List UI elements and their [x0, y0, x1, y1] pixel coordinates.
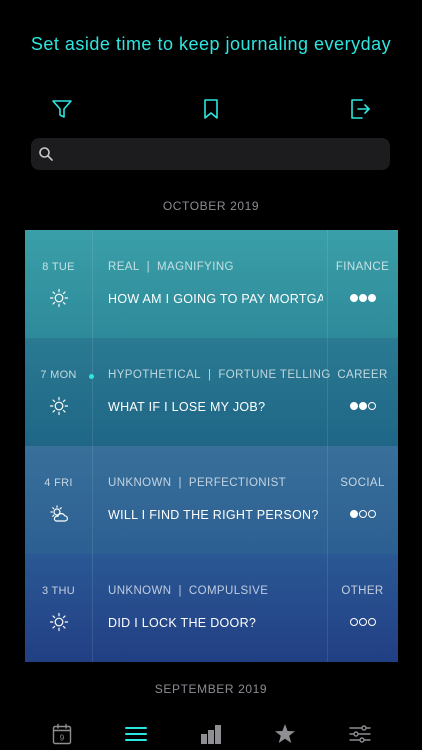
entry-date: 3 THU	[41, 585, 76, 597]
search-bar[interactable]	[31, 138, 390, 170]
entry-distortion-tag: FORTUNE TELLING	[218, 369, 331, 381]
divider	[92, 446, 93, 554]
month-header-october: OCTOBER 2019	[162, 199, 260, 213]
entry-category: SOCIAL	[340, 477, 385, 489]
divider	[327, 230, 328, 338]
entry-category: OTHER	[341, 585, 384, 597]
month-header-september: SEPTEMBER 2019	[154, 682, 268, 696]
intensity-dot	[367, 402, 376, 410]
entry-date: 7 MON	[40, 369, 77, 381]
entry-tags: REAL | MAGNIFYING	[108, 261, 234, 273]
entry-tags: UNKNOWN | COMPULSIVE	[108, 585, 268, 597]
tag-separator: |	[178, 477, 182, 489]
intensity-dot	[358, 294, 367, 302]
intensity-dot	[367, 618, 376, 626]
entry-date: 8 TUE	[42, 261, 75, 273]
intensity-dots	[327, 402, 398, 410]
calendar-day-number: 9	[60, 734, 65, 743]
sliders-icon	[349, 725, 371, 743]
tab-stats[interactable]	[197, 720, 225, 748]
intensity-dot	[358, 402, 367, 410]
entry-row[interactable]: 7 MON HYPOTHETICAL | FORTUNE TELLING WHAT …	[25, 338, 398, 446]
intensity-dots	[327, 510, 398, 518]
divider	[327, 554, 328, 662]
filter-button[interactable]	[49, 96, 75, 122]
intensity-dots	[327, 618, 398, 626]
reminder-banner: Set aside time to keep journaling everyd…	[30, 34, 392, 54]
unread-indicator	[89, 374, 94, 379]
search-input[interactable]	[61, 138, 381, 170]
entry-question: WILL I FIND THE RIGHT PERSON?	[108, 508, 319, 522]
entry-distortion-tag: MAGNIFYING	[157, 261, 234, 273]
tab-favorites[interactable]	[271, 720, 299, 748]
entry-row[interactable]: 8 TUE REAL | MAGNIFYING HOW AM I GOING TO …	[25, 230, 398, 338]
partly-cloudy-icon	[49, 504, 69, 524]
divider	[92, 338, 93, 446]
entry-distortion-tag: PERFECTIONIST	[188, 477, 287, 489]
sun-icon	[49, 612, 69, 632]
intensity-dot	[349, 294, 358, 302]
entry-list: 8 TUE REAL | MAGNIFYING HOW AM I GOING TO …	[25, 230, 398, 662]
calendar-icon: 9	[52, 723, 72, 745]
entry-question: HOW AM I GOING TO PAY MORTGA...	[108, 292, 323, 306]
intensity-dot	[349, 510, 358, 518]
entry-question: DID I LOCK THE DOOR?	[108, 616, 257, 630]
filter-icon	[52, 100, 72, 118]
intensity-dot	[358, 618, 367, 626]
tag-separator: |	[178, 585, 182, 597]
divider	[92, 554, 93, 662]
tab-calendar[interactable]: 9	[48, 720, 76, 748]
tab-list[interactable]	[122, 720, 150, 748]
top-toolbar	[0, 96, 422, 122]
entry-reality-tag: UNKNOWN	[108, 585, 172, 597]
bookmark-icon	[204, 99, 218, 119]
intensity-dot	[367, 294, 376, 302]
bookmark-button[interactable]	[198, 96, 224, 122]
sun-icon	[49, 396, 69, 416]
list-icon	[125, 727, 147, 741]
bar-chart-icon	[201, 725, 221, 744]
entry-tags: UNKNOWN | PERFECTIONIST	[108, 477, 286, 489]
intensity-dot	[349, 618, 358, 626]
tag-separator: |	[146, 261, 151, 273]
entry-reality-tag: UNKNOWN	[108, 477, 172, 489]
entry-reality-tag: REAL	[108, 261, 140, 273]
divider	[327, 338, 328, 446]
divider	[92, 230, 93, 338]
entry-row[interactable]: 3 THU UNKNOWN | COMPULSIVE DID I LOCK THE …	[25, 554, 398, 662]
intensity-dot	[349, 402, 358, 410]
entry-reality-tag: HYPOTHETICAL	[108, 369, 201, 381]
export-icon	[351, 99, 370, 119]
entry-question: WHAT IF I LOSE MY JOB?	[108, 400, 266, 414]
intensity-dot	[358, 510, 367, 518]
entry-row[interactable]: 4 FRI UNKNOWN | PERFECTIONIST WILL I FIND …	[25, 446, 398, 554]
entry-tags: HYPOTHETICAL | FORTUNE TELLING	[108, 369, 331, 381]
star-icon	[275, 724, 295, 743]
intensity-dot	[367, 510, 376, 518]
tag-separator: |	[207, 369, 212, 381]
tab-settings[interactable]	[346, 720, 374, 748]
export-button[interactable]	[347, 96, 373, 122]
entry-date: 4 FRI	[44, 477, 73, 489]
divider	[327, 446, 328, 554]
search-icon	[39, 147, 53, 161]
sun-icon	[49, 288, 69, 308]
intensity-dots	[327, 294, 398, 302]
entry-category: FINANCE	[335, 261, 390, 273]
entry-category: CAREER	[337, 369, 388, 381]
tab-bar: 9	[0, 714, 422, 750]
entry-distortion-tag: COMPULSIVE	[188, 585, 269, 597]
